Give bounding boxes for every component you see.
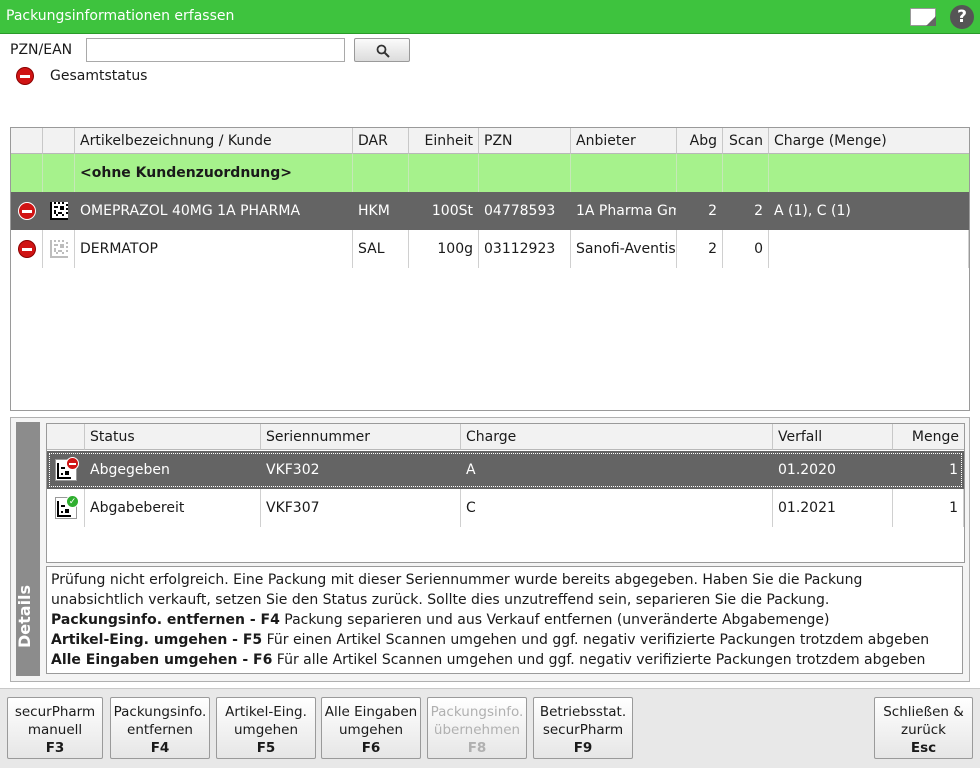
col-header-serial[interactable]: Seriennummer — [261, 424, 461, 450]
articles-table: Artikelbezeichnung / Kunde DAR Einheit P… — [10, 127, 970, 411]
group-row[interactable]: <ohne Kundenzuordnung> — [11, 154, 969, 192]
search-button[interactable] — [354, 38, 410, 62]
table-row[interactable]: Abgegeben VKF302 A 01.2020 1 — [47, 451, 964, 489]
col-header-charge[interactable]: Charge (Menge) — [769, 128, 969, 154]
col-header-verfall[interactable]: Verfall — [773, 424, 893, 450]
betriebsstat-securpharm-button[interactable]: Betriebsstat. securPharm F9 — [533, 697, 633, 759]
package-status: Abgegeben — [85, 451, 261, 489]
info-text-f4: Packung separieren und aus Verkauf entfe… — [279, 612, 830, 628]
artikel-eing-umgehen-button[interactable]: Artikel-Eing. umgehen F5 — [216, 697, 316, 759]
package-serial: VKF307 — [261, 489, 461, 527]
securpharm-manuell-button[interactable]: securPharm manuell F3 — [7, 697, 103, 759]
info-message-intro: Prüfung nicht erfolgreich. Eine Packung … — [51, 572, 863, 608]
article-charge: A (1), C (1) — [769, 192, 969, 230]
overall-status-error-icon — [16, 67, 34, 85]
packages-table: Status Seriennummer Charge Verfall Menge… — [46, 423, 965, 563]
package-serial: VKF302 — [261, 451, 461, 489]
col-header-dar[interactable]: DAR — [353, 128, 409, 154]
package-verfall: 01.2021 — [773, 489, 893, 527]
article-scan: 2 — [723, 192, 769, 230]
error-status-icon — [18, 202, 36, 220]
info-text-f6: Für alle Artikel Scannen umgehen und ggf… — [272, 652, 926, 668]
title-bar: Packungsinformationen erfassen ? — [0, 0, 980, 34]
package-verfall: 01.2020 — [773, 451, 893, 489]
info-key-f4: Packungsinfo. entfernen - F4 — [51, 612, 280, 628]
table-row[interactable]: ✓ Abgabebereit VKF307 C 01.2021 1 — [47, 489, 964, 527]
article-scan: 0 — [723, 230, 769, 268]
pzn-ean-label: PZN/EAN — [10, 42, 73, 58]
article-name: DERMATOP — [75, 230, 353, 268]
article-abg: 2 — [677, 192, 723, 230]
info-message: Prüfung nicht erfolgreich. Eine Packung … — [46, 566, 963, 674]
details-tab-label: Details — [15, 584, 34, 648]
package-charge: A — [461, 451, 773, 489]
error-status-icon — [18, 240, 36, 258]
article-abg: 2 — [677, 230, 723, 268]
pzn-ean-input[interactable] — [86, 38, 345, 62]
notes-icon[interactable] — [910, 8, 936, 26]
datamatrix-icon — [50, 202, 68, 220]
packungsinfo-entfernen-button[interactable]: Packungsinfo. entfernen F4 — [110, 697, 210, 759]
col-header-status[interactable]: Status — [85, 424, 261, 450]
info-key-f6: Alle Eingaben umgehen - F6 — [51, 652, 273, 668]
info-key-f5: Artikel-Eing. umgehen - F5 — [51, 632, 263, 648]
col-header-menge[interactable]: Menge — [893, 424, 964, 450]
article-anbieter: 1A Pharma Gm — [571, 192, 677, 230]
col-header-icon[interactable] — [43, 128, 75, 154]
details-tab[interactable]: Details — [15, 422, 40, 676]
table-row[interactable]: OMEPRAZOL 40MG 1A PHARMA HKM 100St 04778… — [11, 192, 969, 230]
package-status: Abgabebereit — [85, 489, 261, 527]
package-error-icon — [55, 457, 79, 481]
col-header-status[interactable] — [11, 128, 43, 154]
package-ok-icon: ✓ — [55, 495, 79, 519]
col-header-scan[interactable]: Scan — [723, 128, 769, 154]
table-row[interactable]: DERMATOP SAL 100g 03112923 Sanofi-Aventi… — [11, 230, 969, 268]
article-charge — [769, 230, 969, 268]
col-header-einheit[interactable]: Einheit — [409, 128, 479, 154]
help-icon[interactable]: ? — [950, 5, 974, 29]
col-header-abg[interactable]: Abg — [677, 128, 723, 154]
article-dar: HKM — [353, 192, 409, 230]
article-einheit: 100St — [409, 192, 479, 230]
col-header-article[interactable]: Artikelbezeichnung / Kunde — [75, 128, 353, 154]
packungsinfo-uebernehmen-button[interactable]: Packungsinfo. übernehmen F8 — [427, 697, 527, 759]
overall-status-label: Gesamtstatus — [50, 68, 148, 84]
col-header-anbieter[interactable]: Anbieter — [571, 128, 677, 154]
article-dar: SAL — [353, 230, 409, 268]
article-einheit: 100g — [409, 230, 479, 268]
col-header-pzn[interactable]: PZN — [479, 128, 571, 154]
article-anbieter: Sanofi-Aventis — [571, 230, 677, 268]
search-icon — [376, 44, 390, 58]
group-label: <ohne Kundenzuordnung> — [75, 154, 353, 192]
col-header-charge[interactable]: Charge — [461, 424, 773, 450]
article-name: OMEPRAZOL 40MG 1A PHARMA — [75, 192, 353, 230]
datamatrix-icon — [50, 240, 68, 258]
info-text-f5: Für einen Artikel Scannen umgehen und gg… — [262, 632, 930, 648]
package-menge: 1 — [893, 451, 964, 489]
package-menge: 1 — [893, 489, 964, 527]
alle-eingaben-umgehen-button[interactable]: Alle Eingaben umgehen F6 — [321, 697, 421, 759]
package-charge: C — [461, 489, 773, 527]
article-pzn: 03112923 — [479, 230, 571, 268]
article-pzn: 04778593 — [479, 192, 571, 230]
window-title: Packungsinformationen erfassen — [6, 8, 235, 24]
col-header-icon[interactable] — [47, 424, 85, 450]
close-back-button[interactable]: Schließen & zurück Esc — [874, 697, 973, 759]
